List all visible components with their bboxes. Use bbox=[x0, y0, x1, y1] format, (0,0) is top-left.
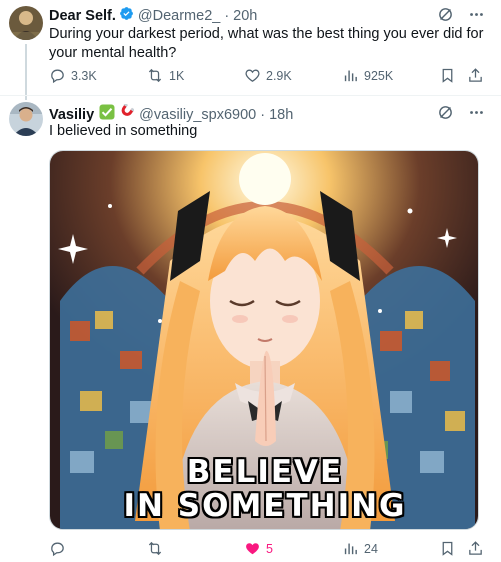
tweet-top-actions bbox=[437, 6, 485, 23]
share-button[interactable] bbox=[467, 67, 484, 84]
bookmark-icon bbox=[442, 541, 453, 556]
tweet-parent[interactable]: Dear Self. @Dearme2_ · 20h During your d… bbox=[0, 0, 501, 100]
repost-count: 1K bbox=[169, 68, 185, 83]
grok-icon[interactable] bbox=[437, 6, 454, 23]
like-icon bbox=[246, 543, 259, 555]
share-icon bbox=[469, 541, 482, 555]
reply-icon bbox=[51, 542, 64, 557]
verified-badge-icon bbox=[119, 6, 134, 26]
image-caption-line-2: IN SOMETHING bbox=[123, 488, 407, 524]
bookmark-button[interactable] bbox=[439, 67, 456, 84]
avatar[interactable] bbox=[9, 6, 43, 40]
views-count: 925K bbox=[364, 68, 394, 83]
views-count: 24 bbox=[364, 541, 378, 556]
avatar[interactable] bbox=[9, 102, 43, 136]
repost-icon bbox=[148, 68, 162, 83]
bookmark-button[interactable] bbox=[439, 540, 456, 557]
share-icon bbox=[469, 68, 482, 82]
thread-connector bbox=[25, 44, 27, 100]
handle[interactable]: @Dearme2_ bbox=[138, 7, 220, 25]
more-icon[interactable] bbox=[468, 104, 485, 121]
views-button[interactable]: 24 bbox=[342, 540, 378, 557]
separator: · bbox=[224, 8, 230, 24]
timestamp[interactable]: 18h bbox=[269, 106, 293, 124]
tweet-header: Dear Self. @Dearme2_ · 20h bbox=[49, 6, 257, 26]
like-count: 2.9K bbox=[266, 68, 292, 83]
timestamp[interactable]: 20h bbox=[233, 7, 257, 25]
repost-icon bbox=[148, 541, 162, 556]
handle[interactable]: @vasiliy_spx6900 bbox=[139, 106, 256, 124]
views-icon bbox=[344, 70, 357, 82]
separator: · bbox=[260, 106, 266, 123]
like-button[interactable]: 2.9K bbox=[244, 67, 292, 84]
reply-count: 3.3K bbox=[71, 68, 97, 83]
bookmark-icon bbox=[442, 68, 453, 83]
repost-button[interactable]: 1K bbox=[146, 67, 184, 84]
like-count: 5 bbox=[266, 541, 273, 556]
tweet-actions: 5 24 bbox=[49, 540, 489, 562]
like-button[interactable]: 5 bbox=[244, 540, 273, 557]
views-icon bbox=[344, 543, 357, 555]
tweet-text: I believed in something bbox=[49, 123, 198, 139]
more-icon[interactable] bbox=[468, 6, 485, 23]
reply-button[interactable] bbox=[49, 540, 71, 557]
reply-button[interactable]: 3.3K bbox=[49, 67, 97, 84]
display-name[interactable]: Dear Self. bbox=[49, 7, 116, 25]
tweet-top-actions bbox=[437, 104, 485, 121]
tweet-text: During your darkest period, what was the… bbox=[49, 26, 484, 61]
views-button[interactable]: 925K bbox=[342, 67, 393, 84]
display-name[interactable]: Vasiliy bbox=[49, 106, 94, 124]
reply-icon bbox=[51, 69, 64, 84]
tweet-image[interactable]: BELIEVE IN SOMETHING bbox=[49, 150, 479, 530]
image-caption-line-1: BELIEVE bbox=[186, 454, 344, 490]
repost-button[interactable] bbox=[146, 540, 169, 557]
grok-icon[interactable] bbox=[437, 104, 454, 121]
tweet-actions: 3.3K 1K 2.9K 925K bbox=[49, 67, 489, 89]
like-icon bbox=[245, 69, 260, 82]
share-button[interactable] bbox=[467, 540, 484, 557]
